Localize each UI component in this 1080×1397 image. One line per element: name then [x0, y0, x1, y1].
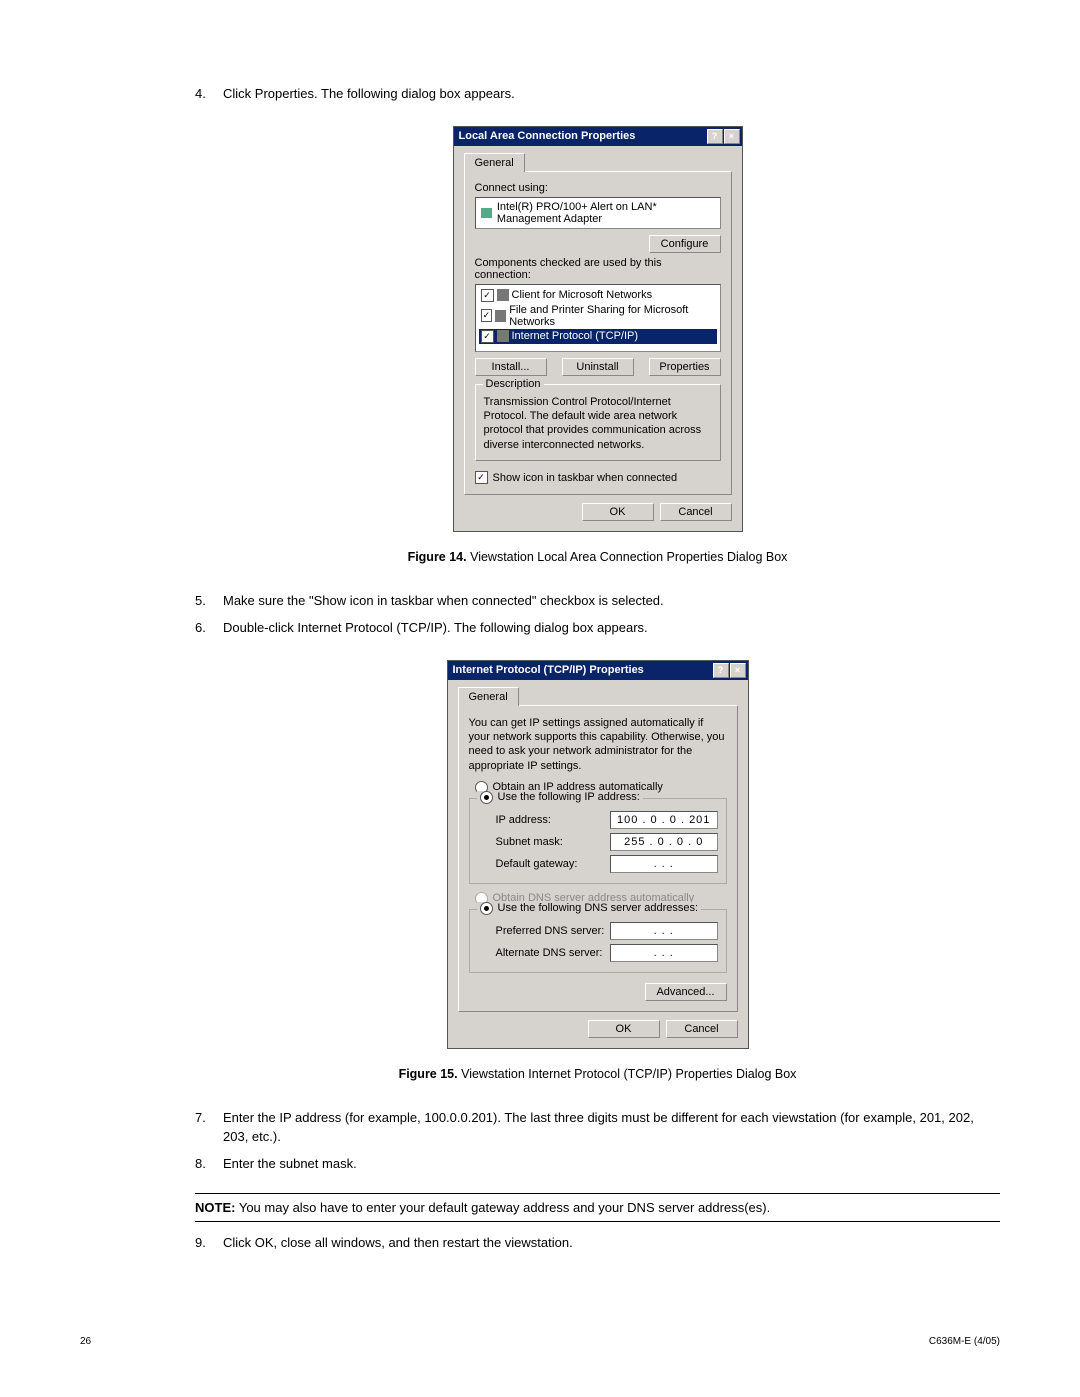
tab-general[interactable]: General — [464, 153, 525, 172]
figure-14-caption: Figure 14. Viewstation Local Area Connec… — [195, 550, 1000, 564]
component-item-selected[interactable]: ✓ Internet Protocol (TCP/IP) — [479, 329, 717, 344]
component-label: Internet Protocol (TCP/IP) — [512, 330, 639, 342]
show-icon-label: Show icon in taskbar when connected — [493, 472, 678, 484]
component-label: File and Printer Sharing for Microsoft N… — [509, 304, 714, 328]
doc-id: C636M-E (4/05) — [929, 1336, 1000, 1347]
gateway-input[interactable]: . . . — [610, 855, 718, 873]
cancel-button[interactable]: Cancel — [666, 1020, 738, 1038]
properties-button[interactable]: Properties — [649, 358, 721, 376]
radio-label: Use the following DNS server addresses: — [498, 902, 699, 914]
lan-properties-dialog: Local Area Connection Properties ? × Gen… — [453, 126, 743, 532]
ok-button[interactable]: OK — [582, 503, 654, 521]
checkbox-icon[interactable]: ✓ — [475, 471, 488, 484]
adapter-icon — [481, 208, 492, 218]
step-7: 7. Enter the IP address (for example, 10… — [195, 1109, 1000, 1147]
checkbox-icon[interactable]: ✓ — [481, 330, 494, 343]
step-text: Double-click Internet Protocol (TCP/IP).… — [223, 619, 1000, 638]
dialog-title: Local Area Connection Properties — [459, 130, 636, 142]
tab-row: General — [458, 686, 738, 705]
ip-address-input[interactable]: 100 . 0 . 0 . 201 — [610, 811, 718, 829]
use-dns-radio[interactable]: Use the following DNS server addresses: — [477, 902, 702, 915]
description-text: Transmission Control Protocol/Internet P… — [484, 395, 712, 452]
step-8: 8. Enter the subnet mask. — [195, 1155, 1000, 1174]
connect-using-label: Connect using: — [475, 182, 721, 194]
step-num: 5. — [195, 592, 223, 611]
radio-icon[interactable] — [480, 902, 493, 915]
step-num: 8. — [195, 1155, 223, 1174]
subnet-label: Subnet mask: — [496, 836, 610, 848]
close-icon[interactable]: × — [730, 663, 746, 678]
figure-text: Viewstation Local Area Connection Proper… — [470, 550, 787, 564]
uninstall-button[interactable]: Uninstall — [562, 358, 634, 376]
step-4: 4. Click Properties. The following dialo… — [195, 85, 1000, 104]
pref-dns-label: Preferred DNS server: — [496, 925, 610, 937]
adapter-field[interactable]: Intel(R) PRO/100+ Alert on LAN* Manageme… — [475, 197, 721, 229]
step-text: Enter the subnet mask. — [223, 1155, 1000, 1174]
close-icon[interactable]: × — [724, 129, 740, 144]
network-icon — [497, 289, 509, 301]
protocol-icon — [497, 330, 509, 342]
description-legend: Description — [483, 378, 544, 390]
help-icon[interactable]: ? — [707, 129, 723, 144]
show-icon-checkbox[interactable]: ✓ Show icon in taskbar when connected — [475, 471, 721, 484]
page-footer: 26 C636M-E (4/05) — [80, 1336, 1000, 1347]
step-5: 5. Make sure the "Show icon in taskbar w… — [195, 592, 1000, 611]
subnet-input[interactable]: 255 . 0 . 0 . 0 — [610, 833, 718, 851]
step-num: 9. — [195, 1234, 223, 1253]
components-label: Components checked are used by this conn… — [475, 257, 721, 281]
ok-button[interactable]: OK — [588, 1020, 660, 1038]
figure-label: Figure 14. — [408, 550, 467, 564]
step-9: 9. Click OK, close all windows, and then… — [195, 1234, 1000, 1253]
dns-group: Use the following DNS server addresses: … — [469, 909, 727, 973]
step-num: 6. — [195, 619, 223, 638]
alt-dns-label: Alternate DNS server: — [496, 947, 610, 959]
tab-row: General — [464, 152, 732, 171]
page-number: 26 — [80, 1336, 91, 1347]
gateway-label: Default gateway: — [496, 858, 610, 870]
cancel-button[interactable]: Cancel — [660, 503, 732, 521]
adapter-text: Intel(R) PRO/100+ Alert on LAN* Manageme… — [497, 201, 715, 225]
note-block: NOTE: You may also have to enter your de… — [195, 1193, 1000, 1222]
step-text: Make sure the "Show icon in taskbar when… — [223, 592, 1000, 611]
install-button[interactable]: Install... — [475, 358, 547, 376]
ip-group: Use the following IP address: IP address… — [469, 798, 727, 884]
dialog-title: Internet Protocol (TCP/IP) Properties — [453, 664, 644, 676]
help-icon[interactable]: ? — [713, 663, 729, 678]
note-text: You may also have to enter your default … — [239, 1200, 770, 1215]
tcpip-properties-dialog: Internet Protocol (TCP/IP) Properties ? … — [447, 660, 749, 1049]
components-list[interactable]: ✓ Client for Microsoft Networks ✓ File a… — [475, 284, 721, 352]
description-group: Description Transmission Control Protoco… — [475, 384, 721, 461]
titlebar: Internet Protocol (TCP/IP) Properties ? … — [448, 661, 748, 680]
advanced-button[interactable]: Advanced... — [645, 983, 727, 1001]
step-6: 6. Double-click Internet Protocol (TCP/I… — [195, 619, 1000, 638]
alt-dns-input[interactable]: . . . — [610, 944, 718, 962]
component-item[interactable]: ✓ File and Printer Sharing for Microsoft… — [479, 303, 717, 329]
checkbox-icon[interactable]: ✓ — [481, 309, 493, 322]
intro-text: You can get IP settings assigned automat… — [469, 716, 727, 773]
figure-15-caption: Figure 15. Viewstation Internet Protocol… — [195, 1067, 1000, 1081]
checkbox-icon[interactable]: ✓ — [481, 289, 494, 302]
tab-general[interactable]: General — [458, 687, 519, 706]
step-text: Click OK, close all windows, and then re… — [223, 1234, 1000, 1253]
step-text: Click Properties. The following dialog b… — [223, 85, 1000, 104]
service-icon — [495, 310, 506, 322]
step-text: Enter the IP address (for example, 100.0… — [223, 1109, 1000, 1147]
titlebar: Local Area Connection Properties ? × — [454, 127, 742, 146]
use-following-radio[interactable]: Use the following IP address: — [477, 791, 643, 804]
figure-text: Viewstation Internet Protocol (TCP/IP) P… — [461, 1067, 796, 1081]
step-num: 4. — [195, 85, 223, 104]
radio-label: Use the following IP address: — [498, 791, 640, 803]
note-label: NOTE: — [195, 1200, 235, 1215]
figure-label: Figure 15. — [399, 1067, 458, 1081]
component-label: Client for Microsoft Networks — [512, 289, 653, 301]
configure-button[interactable]: Configure — [649, 235, 721, 253]
ip-address-label: IP address: — [496, 814, 610, 826]
step-num: 7. — [195, 1109, 223, 1147]
pref-dns-input[interactable]: . . . — [610, 922, 718, 940]
component-item[interactable]: ✓ Client for Microsoft Networks — [479, 288, 717, 303]
radio-icon[interactable] — [480, 791, 493, 804]
